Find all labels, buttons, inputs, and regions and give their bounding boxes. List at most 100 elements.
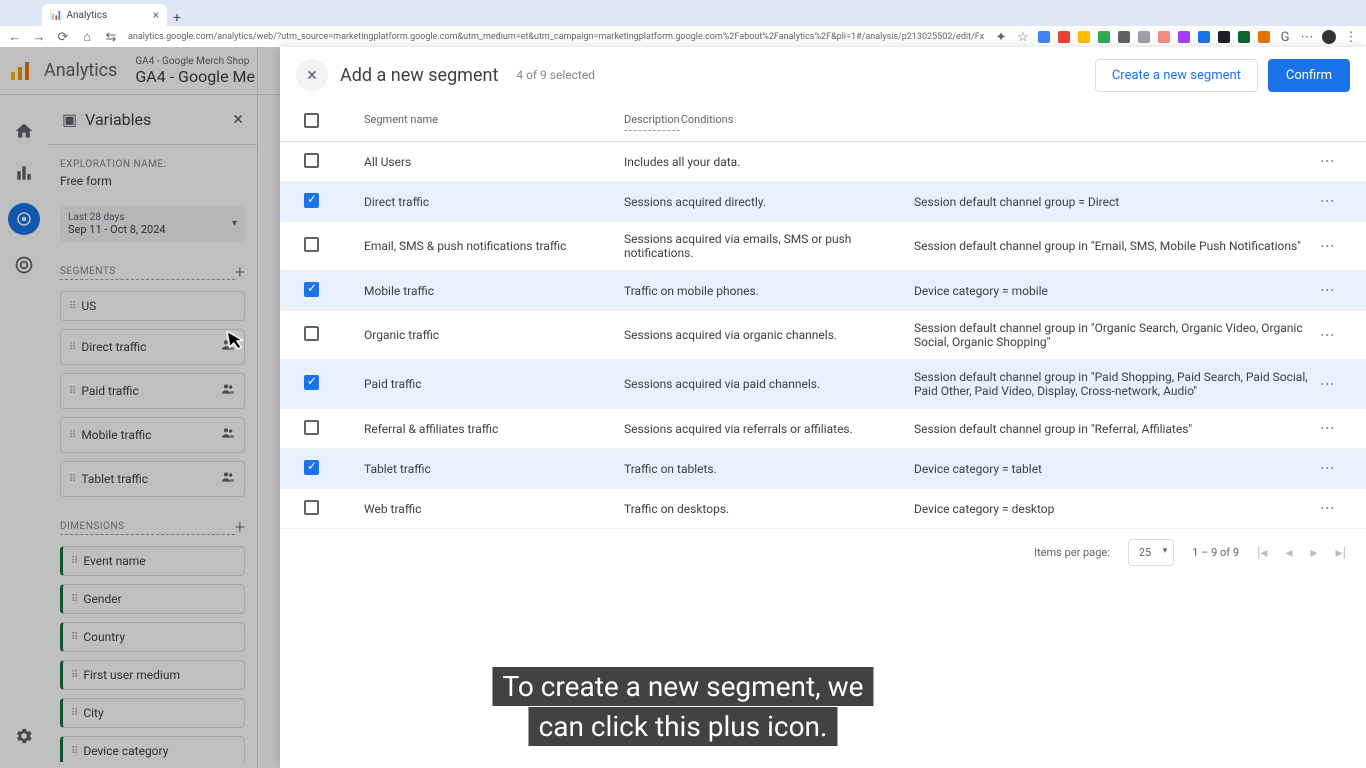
modal-title: Add a new segment: [340, 65, 498, 86]
ext-icon[interactable]: ☆: [1016, 30, 1030, 45]
column-header-desc[interactable]: Description: [624, 113, 680, 131]
segment-conditions: Session default channel group = Direct: [914, 195, 1312, 209]
row-checkbox[interactable]: [304, 153, 319, 168]
row-menu-icon[interactable]: ⋮: [1319, 461, 1335, 473]
table-row[interactable]: All Users Includes all your data. ⋮: [280, 142, 1366, 182]
ext-icon[interactable]: G: [1278, 30, 1292, 45]
ext-icon[interactable]: [1138, 31, 1150, 43]
extension-icons: ✦ ☆ G ⋯ ⋮: [994, 30, 1358, 45]
close-icon[interactable]: ×: [153, 8, 159, 22]
menu-icon[interactable]: ⋮: [1344, 30, 1358, 45]
segment-conditions: Device category = mobile: [914, 284, 1312, 298]
table-row[interactable]: Tablet traffic Traffic on tablets. Devic…: [280, 449, 1366, 489]
tab-favicon: 📊: [50, 10, 62, 21]
ext-icon[interactable]: [1098, 31, 1110, 43]
row-menu-icon[interactable]: ⋮: [1319, 377, 1335, 389]
row-menu-icon[interactable]: ⋮: [1319, 239, 1335, 251]
confirm-button[interactable]: Confirm: [1268, 59, 1350, 92]
back-icon[interactable]: ←: [8, 29, 22, 45]
segment-name: Organic traffic: [364, 328, 624, 342]
reload-icon[interactable]: ⟳: [56, 30, 70, 45]
create-segment-button[interactable]: Create a new segment: [1095, 59, 1258, 92]
ext-icon[interactable]: [1218, 31, 1230, 43]
ext-icon[interactable]: ✦: [994, 30, 1008, 45]
row-checkbox[interactable]: [304, 193, 319, 208]
ext-icon[interactable]: [1258, 31, 1270, 43]
close-modal-button[interactable]: ×: [296, 59, 328, 91]
row-checkbox[interactable]: [304, 500, 319, 515]
segment-conditions: Session default channel group in "Organi…: [914, 321, 1312, 349]
table-row[interactable]: Email, SMS & push notifications traffic …: [280, 222, 1366, 271]
segment-description: Sessions acquired via organic channels.: [624, 328, 914, 342]
home-icon[interactable]: ⌂: [80, 29, 94, 45]
table-row[interactable]: Direct traffic Sessions acquired directl…: [280, 182, 1366, 222]
ext-icon[interactable]: [1158, 31, 1170, 43]
segment-name: Tablet traffic: [364, 462, 624, 476]
table-row[interactable]: Paid traffic Sessions acquired via paid …: [280, 360, 1366, 409]
segment-modal: × Add a new segment 4 of 9 selected Crea…: [280, 47, 1366, 768]
segment-conditions: Session default channel group in "Email,…: [914, 239, 1312, 253]
segment-description: Sessions acquired via paid channels.: [624, 377, 914, 391]
next-page-icon[interactable]: ▸: [1311, 545, 1318, 561]
modal-subtitle: 4 of 9 selected: [516, 68, 595, 82]
profile-avatar[interactable]: [1322, 30, 1336, 44]
table-row[interactable]: Referral & affiliates traffic Sessions a…: [280, 409, 1366, 449]
url-bar[interactable]: analytics.google.com/analytics/web/?utm_…: [128, 32, 984, 42]
segment-name: Direct traffic: [364, 195, 624, 209]
column-header-name[interactable]: Segment name: [364, 113, 624, 131]
segment-name: Paid traffic: [364, 377, 624, 391]
segment-description: Traffic on tablets.: [624, 462, 914, 476]
items-per-page-select[interactable]: 25: [1128, 539, 1174, 566]
ext-icon[interactable]: [1038, 31, 1050, 43]
row-menu-icon[interactable]: ⋮: [1319, 194, 1335, 206]
segment-name: Referral & affiliates traffic: [364, 422, 624, 436]
ext-icon[interactable]: [1178, 31, 1190, 43]
last-page-icon[interactable]: ▸|: [1336, 545, 1346, 561]
browser-chrome: 📊 Analytics × + ← → ⟳ ⌂ ⇆ analytics.goog…: [0, 0, 1366, 47]
table-row[interactable]: Web traffic Traffic on desktops. Device …: [280, 489, 1366, 529]
row-checkbox[interactable]: [304, 460, 319, 475]
new-tab-button[interactable]: +: [167, 10, 187, 26]
row-menu-icon[interactable]: ⋮: [1319, 154, 1335, 166]
ext-icon[interactable]: [1198, 31, 1210, 43]
segment-description: Sessions acquired directly.: [624, 195, 914, 209]
segment-name: All Users: [364, 155, 624, 169]
forward-icon[interactable]: →: [32, 29, 46, 45]
row-checkbox[interactable]: [304, 326, 319, 341]
tab-title: Analytics: [66, 10, 107, 21]
row-menu-icon[interactable]: ⋮: [1319, 328, 1335, 340]
segment-description: Sessions acquired via emails, SMS or pus…: [624, 232, 914, 260]
row-menu-icon[interactable]: ⋮: [1319, 283, 1335, 295]
segment-description: Sessions acquired via referrals or affil…: [624, 422, 914, 436]
page-range: 1 – 9 of 9: [1192, 546, 1239, 559]
segment-conditions: Device category = desktop: [914, 502, 1312, 516]
row-checkbox[interactable]: [304, 237, 319, 252]
table-row[interactable]: Mobile traffic Traffic on mobile phones.…: [280, 271, 1366, 311]
ext-icon[interactable]: [1078, 31, 1090, 43]
browser-tab[interactable]: 📊 Analytics ×: [42, 4, 167, 26]
table-row[interactable]: Organic traffic Sessions acquired via or…: [280, 311, 1366, 360]
segment-description: Traffic on desktops.: [624, 502, 914, 516]
ext-icon[interactable]: [1058, 31, 1070, 43]
select-all-checkbox[interactable]: [304, 113, 319, 128]
pagination: Items per page: 25 1 – 9 of 9 |◂ ◂ ▸ ▸|: [280, 529, 1366, 576]
row-menu-icon[interactable]: ⋮: [1319, 421, 1335, 433]
column-header-cond[interactable]: Conditions: [681, 113, 1312, 131]
segment-conditions: Session default channel group in "Referr…: [914, 422, 1312, 436]
ext-icon[interactable]: [1118, 31, 1130, 43]
segment-description: Traffic on mobile phones.: [624, 284, 914, 298]
row-menu-icon[interactable]: ⋮: [1319, 501, 1335, 513]
segment-name: Email, SMS & push notifications traffic: [364, 239, 624, 253]
prev-page-icon[interactable]: ◂: [1285, 545, 1292, 561]
segment-name: Web traffic: [364, 502, 624, 516]
row-checkbox[interactable]: [304, 420, 319, 435]
segment-conditions: Session default channel group in "Paid S…: [914, 370, 1312, 398]
row-checkbox[interactable]: [304, 375, 319, 390]
row-checkbox[interactable]: [304, 282, 319, 297]
items-per-page-label: Items per page:: [1034, 546, 1110, 559]
ext-icon[interactable]: [1238, 31, 1250, 43]
first-page-icon[interactable]: |◂: [1257, 545, 1267, 561]
video-caption: To create a new segment, we can click th…: [492, 667, 873, 748]
ext-icon[interactable]: ⋯: [1300, 30, 1314, 45]
segment-conditions: Device category = tablet: [914, 462, 1312, 476]
